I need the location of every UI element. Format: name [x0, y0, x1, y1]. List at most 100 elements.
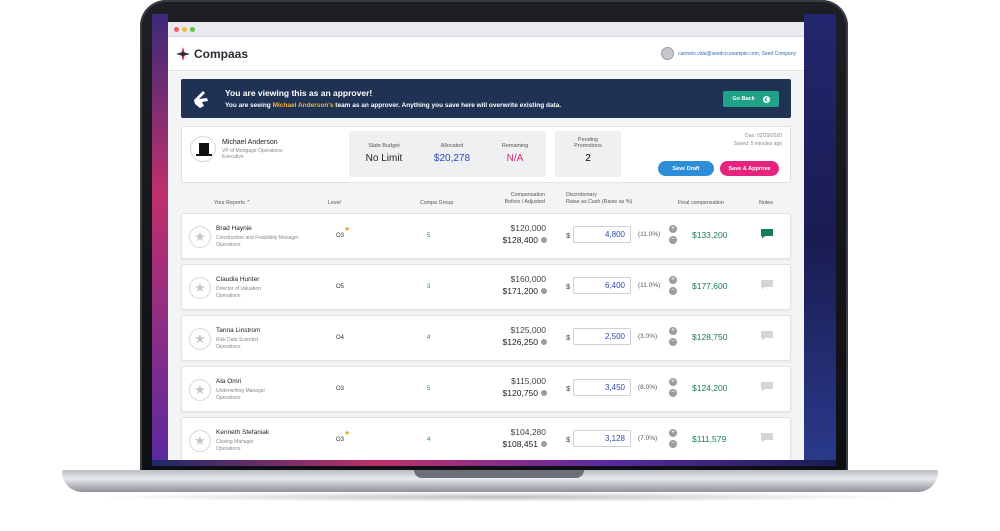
notes-icon[interactable] — [760, 381, 774, 392]
info-icon[interactable] — [541, 441, 547, 447]
compensation-adjusted: $120,750 — [502, 388, 538, 398]
info-icon[interactable] — [541, 237, 547, 243]
user-email-company: carmelo.vida@seedco.example.com, Seed Co… — [678, 50, 796, 57]
employee-name[interactable]: Kenneth Stefaniak — [216, 429, 269, 436]
favorite-star-button[interactable]: ★ — [189, 226, 211, 248]
laptop-frame: Compaas carmelo.vida@seedco.example.com,… — [0, 0, 1000, 531]
employee-title: Underwriting Manager — [216, 388, 266, 394]
raise-cash-input[interactable]: 3,450 — [573, 379, 631, 396]
decrease-raise-button[interactable]: − — [669, 287, 677, 295]
employee-name[interactable]: Ala Omri — [216, 378, 241, 385]
favorite-star-button[interactable]: ★ — [189, 430, 211, 452]
employee-name[interactable]: Tanna Linstrom — [216, 327, 260, 334]
compensation-before: $120,000 — [510, 223, 546, 233]
report-row[interactable]: ★ Kenneth Stefaniak Closing Manager Oper… — [181, 417, 791, 460]
employee-department: Operations — [216, 293, 241, 299]
col-discretionary-line1: Discretionary — [566, 192, 597, 198]
allocated: Allocated $20,278 — [429, 143, 475, 164]
final-compensation: $133,200 — [692, 230, 728, 240]
raise-percent: (11.0%) — [638, 282, 661, 289]
info-icon[interactable] — [541, 339, 547, 345]
allocated-label: Allocated — [440, 143, 464, 149]
increase-raise-button[interactable]: + — [669, 225, 677, 233]
manager-name: Michael Anderson — [222, 138, 278, 146]
info-icon[interactable] — [541, 390, 547, 396]
col-compa-group[interactable]: Compa Group — [420, 200, 453, 207]
due-info: Due: 02/29/2020 Saved: 5 minutes ago — [734, 132, 782, 148]
employee-title: Closing Manager — [216, 439, 254, 445]
notes-icon[interactable] — [760, 279, 774, 290]
decrease-raise-button[interactable]: − — [669, 440, 677, 448]
favorite-star-button[interactable]: ★ — [189, 328, 211, 350]
col-level[interactable]: Level — [328, 200, 341, 207]
increase-raise-button[interactable]: + — [669, 276, 677, 284]
increase-raise-button[interactable]: + — [669, 327, 677, 335]
raise-cash-input[interactable]: 3,128 — [573, 430, 631, 447]
pointing-hand-icon — [194, 90, 208, 108]
manager-info: Michael Anderson VP of Mortgage Operatio… — [190, 136, 283, 162]
laptop-shadow — [90, 492, 910, 502]
remaining-label: Remaining — [501, 143, 529, 149]
employee-department: Operations — [216, 242, 241, 248]
save-draft-button[interactable]: Save Draft — [658, 161, 714, 176]
maximize-window-button[interactable] — [190, 26, 195, 32]
favorite-star-button[interactable]: ★ — [189, 379, 211, 401]
allocated-value: $20,278 — [433, 153, 471, 164]
employee-level: O3 — [336, 386, 345, 392]
app-logo[interactable]: Compaas — [176, 46, 248, 61]
app-screen: Compaas carmelo.vida@seedco.example.com,… — [168, 22, 804, 460]
user-menu[interactable]: carmelo.vida@seedco.example.com, Seed Co… — [661, 47, 796, 60]
slate-budget: Slate Budget No Limit — [359, 143, 409, 164]
minimize-window-button[interactable] — [182, 26, 187, 32]
user-avatar — [661, 47, 675, 60]
notes-icon[interactable] — [760, 228, 774, 239]
currency-symbol: $ — [566, 384, 571, 393]
report-row[interactable]: ★ Brad Haynie Construction and Feasibili… — [181, 213, 791, 259]
app-header: Compaas carmelo.vida@seedco.example.com,… — [168, 37, 804, 71]
save-approve-button[interactable]: Save & Approve — [720, 161, 779, 176]
col-compensation[interactable]: Compensation Before / Adjusted — [499, 192, 545, 206]
employee-department: Operations — [216, 395, 241, 401]
approver-banner: You are viewing this as an approver! You… — [181, 79, 791, 118]
notes-icon[interactable] — [760, 432, 774, 443]
col-notes[interactable]: Notes — [759, 200, 773, 207]
col-compensation-line2: Before / Adjusted — [504, 199, 545, 205]
col-final-compensation[interactable]: Final compensation — [678, 200, 724, 207]
remaining: Remaining N/A — [492, 143, 538, 164]
favorite-star-button[interactable]: ★ — [189, 277, 211, 299]
raise-cash-input[interactable]: 6,400 — [573, 277, 631, 294]
compa-group: 5 — [427, 386, 431, 392]
go-back-button[interactable]: Go Back — [723, 91, 779, 107]
info-icon[interactable] — [541, 288, 547, 294]
increase-raise-button[interactable]: + — [669, 429, 677, 437]
wallpaper-left — [152, 14, 168, 464]
browser-chrome — [168, 22, 804, 37]
employee-title: Construction and Feasibility Manager — [216, 235, 299, 241]
saved-time: Saved: 5 minutes ago — [733, 141, 782, 147]
report-row[interactable]: ★ Claudia Hunter Director of Valuation O… — [181, 264, 791, 310]
report-row[interactable]: ★ Tanna Linstrom Risk Data Scientist Ope… — [181, 315, 791, 361]
employee-title: Director of Valuation — [216, 286, 261, 292]
notes-icon[interactable] — [760, 330, 774, 341]
increase-raise-button[interactable]: + — [669, 378, 677, 386]
employee-department: Operations — [216, 446, 241, 452]
compensation-before: $104,280 — [510, 427, 546, 437]
banner-title: You are viewing this as an approver! — [225, 88, 373, 98]
compensation-adjusted: $108,451 — [502, 439, 538, 449]
close-window-button[interactable] — [174, 26, 179, 32]
col-discretionary[interactable]: Discretionary Raise as Cash (Raise as %) — [566, 192, 632, 206]
raise-cash-input[interactable]: 2,500 — [573, 328, 631, 345]
decrease-raise-button[interactable]: − — [669, 236, 677, 244]
raise-cash-input[interactable]: 4,800 — [573, 226, 631, 243]
decrease-raise-button[interactable]: − — [669, 389, 677, 397]
report-row[interactable]: ★ Ala Omri Underwriting Manager Operatio… — [181, 366, 791, 412]
compa-group: 3 — [427, 284, 431, 290]
employee-name[interactable]: Claudia Hunter — [216, 276, 259, 283]
manager-summary: Michael Anderson VP of Mortgage Operatio… — [181, 126, 791, 183]
employee-level: O3 — [336, 437, 345, 443]
raise-percent: (8.0%) — [638, 384, 658, 391]
col-your-reports[interactable]: Your Reports ⌃ — [214, 200, 251, 207]
employee-name[interactable]: Brad Haynie — [216, 225, 252, 232]
decrease-raise-button[interactable]: − — [669, 338, 677, 346]
manager-title: VP of Mortgage Operations — [222, 147, 283, 154]
